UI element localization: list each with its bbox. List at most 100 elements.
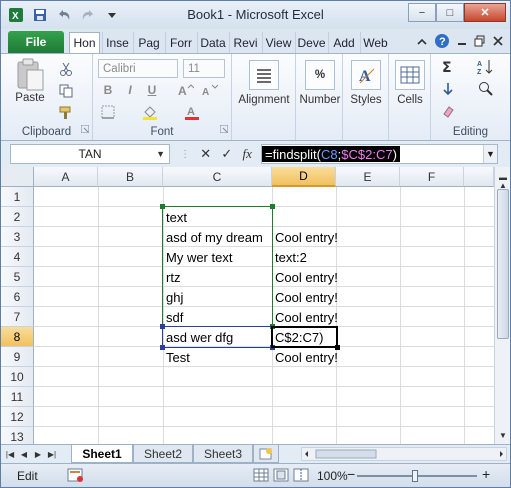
tab-page-layout[interactable]: Pag bbox=[133, 32, 164, 53]
cancel-button[interactable]: ✕ bbox=[200, 146, 211, 162]
workbook-restore-icon[interactable] bbox=[474, 35, 486, 50]
vertical-scroll-thumb[interactable] bbox=[497, 189, 509, 339]
font-size-dropdown[interactable]: 11 bbox=[183, 59, 225, 78]
workbook-minimize-icon[interactable] bbox=[456, 36, 468, 50]
tab-insert[interactable]: Inse bbox=[102, 32, 132, 53]
clipboard-launcher-icon[interactable] bbox=[80, 122, 90, 136]
row-header-3[interactable]: 3 bbox=[1, 227, 34, 247]
formula-input[interactable]: =findsplit( C8 ; $C$2:C7 ) ▼ bbox=[261, 144, 498, 164]
tab-add-ins[interactable]: Add bbox=[328, 32, 359, 53]
column-header-partial[interactable] bbox=[464, 167, 494, 187]
row-header-8[interactable]: 8 bbox=[1, 327, 34, 347]
row-header-10[interactable]: 10 bbox=[1, 367, 34, 387]
scroll-down-icon[interactable]: ▼ bbox=[496, 427, 510, 443]
expand-formula-bar-icon[interactable]: ▼ bbox=[483, 145, 497, 163]
file-tab[interactable]: File bbox=[8, 31, 64, 53]
horizontal-scrollbar[interactable] bbox=[301, 447, 507, 461]
zoom-out-button[interactable]: − bbox=[347, 466, 355, 482]
row-header-4[interactable]: 4 bbox=[1, 247, 34, 267]
cut-icon[interactable] bbox=[57, 60, 75, 78]
fill-color-icon[interactable] bbox=[141, 103, 159, 121]
sheet-tab-sheet1[interactable]: Sheet1 bbox=[71, 445, 133, 463]
row-header-12[interactable]: 12 bbox=[1, 407, 34, 427]
tab-data[interactable]: Data bbox=[197, 32, 228, 53]
column-header-b[interactable]: B bbox=[98, 167, 163, 187]
zoom-in-button[interactable]: + bbox=[482, 466, 490, 482]
close-button[interactable]: ✕ bbox=[464, 3, 506, 22]
maximize-button[interactable]: □ bbox=[436, 3, 464, 22]
worksheet-grid[interactable]: A B C D E F 1 2 3 4 5 6 7 8 9 10 11 12 1… bbox=[1, 167, 510, 444]
range-handle[interactable] bbox=[160, 345, 165, 350]
sort-filter-icon[interactable]: AZ bbox=[477, 58, 495, 76]
name-box[interactable]: TAN ▼ bbox=[10, 144, 170, 164]
column-header-d[interactable]: D bbox=[272, 167, 336, 187]
number-button[interactable]: % Number bbox=[298, 60, 342, 106]
help-icon[interactable]: ? bbox=[434, 33, 450, 52]
row-header-13[interactable]: 13 bbox=[1, 427, 34, 444]
insert-sheet-icon[interactable] bbox=[253, 445, 279, 463]
cell-d4[interactable]: text:2 bbox=[272, 247, 307, 267]
autosum-icon[interactable]: Σ bbox=[439, 58, 457, 76]
borders-icon[interactable] bbox=[99, 103, 117, 121]
tab-formulas[interactable]: Forr bbox=[165, 32, 196, 53]
select-all-corner[interactable] bbox=[1, 167, 34, 187]
cell-d6[interactable]: Cool entry! bbox=[272, 287, 338, 307]
row-header-1[interactable]: 1 bbox=[1, 187, 34, 207]
tab-developer[interactable]: Deve bbox=[295, 32, 327, 53]
alignment-button[interactable]: Alignment bbox=[236, 60, 292, 106]
range-handle[interactable] bbox=[160, 204, 165, 209]
find-select-icon[interactable] bbox=[477, 80, 495, 98]
range-handle[interactable] bbox=[270, 204, 275, 209]
name-box-dropdown-icon[interactable]: ▼ bbox=[156, 149, 165, 159]
prev-sheet-icon[interactable]: ◀ bbox=[18, 447, 30, 461]
column-header-a[interactable]: A bbox=[34, 167, 98, 187]
page-layout-view-icon[interactable] bbox=[273, 468, 289, 485]
tab-home[interactable]: Hon bbox=[69, 32, 100, 53]
zoom-level[interactable]: 100% bbox=[317, 469, 348, 483]
shrink-font-icon[interactable]: A bbox=[201, 81, 219, 99]
last-sheet-icon[interactable]: ▶| bbox=[46, 447, 58, 461]
next-sheet-icon[interactable]: ▶ bbox=[32, 447, 44, 461]
row-header-9[interactable]: 9 bbox=[1, 347, 34, 367]
vertical-scrollbar[interactable]: ▬ ▲ ▼ bbox=[494, 167, 510, 444]
cell-d9[interactable]: Cool entry! bbox=[272, 347, 338, 367]
first-sheet-icon[interactable]: |◀ bbox=[4, 447, 16, 461]
sheet-tab-sheet2[interactable]: Sheet2 bbox=[133, 445, 193, 463]
macro-record-icon[interactable] bbox=[67, 467, 85, 486]
font-name-dropdown[interactable]: Calibri bbox=[98, 59, 178, 78]
insert-function-button[interactable]: fx bbox=[242, 146, 251, 162]
underline-button[interactable]: U bbox=[143, 81, 161, 99]
range-handle[interactable] bbox=[160, 324, 165, 329]
row-header-7[interactable]: 7 bbox=[1, 307, 34, 327]
row-header-2[interactable]: 2 bbox=[1, 207, 34, 227]
row-header-6[interactable]: 6 bbox=[1, 287, 34, 307]
styles-button[interactable]: A Styles bbox=[345, 60, 387, 106]
copy-icon[interactable] bbox=[57, 82, 75, 100]
sheet-tab-sheet3[interactable]: Sheet3 bbox=[193, 445, 253, 463]
font-color-icon[interactable]: A bbox=[183, 103, 201, 121]
font-launcher-icon[interactable] bbox=[219, 122, 229, 136]
tab-review[interactable]: Revi bbox=[229, 32, 261, 53]
column-header-c[interactable]: C bbox=[163, 167, 272, 187]
bold-button[interactable]: B bbox=[99, 81, 117, 99]
row-header-11[interactable]: 11 bbox=[1, 387, 34, 407]
enter-button[interactable]: ✓ bbox=[221, 146, 232, 162]
minimize-button[interactable]: − bbox=[408, 3, 436, 22]
tab-web[interactable]: Web bbox=[360, 32, 390, 53]
italic-button[interactable]: I bbox=[121, 81, 139, 99]
format-painter-icon[interactable] bbox=[57, 104, 75, 122]
grow-font-icon[interactable]: A bbox=[177, 81, 195, 99]
row-header-5[interactable]: 5 bbox=[1, 267, 34, 287]
workbook-close-icon[interactable] bbox=[492, 35, 504, 50]
fill-icon[interactable] bbox=[439, 80, 457, 98]
zoom-slider-knob[interactable] bbox=[412, 470, 418, 482]
cells-button[interactable]: Cells bbox=[391, 60, 429, 106]
paste-button[interactable]: Paste bbox=[15, 58, 45, 104]
cell-d7[interactable]: Cool entry! bbox=[272, 307, 338, 327]
column-header-e[interactable]: E bbox=[336, 167, 400, 187]
clear-icon[interactable] bbox=[439, 102, 457, 120]
cell-c9[interactable]: Test bbox=[163, 347, 190, 367]
tab-view[interactable]: View bbox=[262, 32, 294, 53]
fill-handle[interactable] bbox=[335, 345, 340, 350]
column-header-f[interactable]: F bbox=[400, 167, 464, 187]
